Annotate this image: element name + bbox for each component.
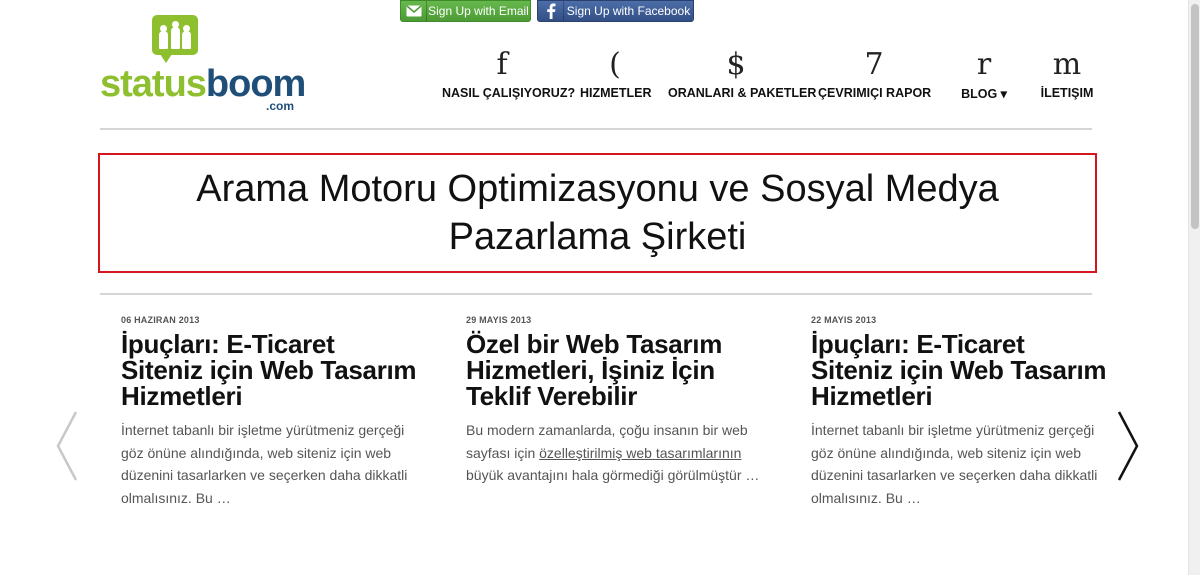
post-date: 29 MAYIS 2013 <box>466 315 532 325</box>
scrollbar-thumb[interactable] <box>1191 4 1199 229</box>
nav-item-services[interactable]: ( HIZMETLER <box>580 47 652 101</box>
carousel-next-button[interactable] <box>1116 410 1140 482</box>
nav-item-how-we-work[interactable]: f NASIL ÇALIŞIYORUZ? <box>442 47 576 101</box>
header-divider <box>100 128 1092 130</box>
nav-icon-how-we-work: f <box>496 47 508 82</box>
sign-up-email-label: Sign Up with Email <box>428 4 529 18</box>
sign-up-facebook-label: Sign Up with Facebook <box>566 4 691 18</box>
nav-item-rates-packages[interactable]: $ ORANLARI & PAKETLER <box>668 47 817 101</box>
post-excerpt: İnternet tabanlı bir işletme yürütmeniz … <box>811 422 1098 506</box>
logo-com: .com <box>266 99 295 113</box>
post-date: 22 MAYIS 2013 <box>811 315 877 325</box>
logo-wordmark: statusboom <box>100 63 306 105</box>
post-title[interactable]: İpuçları: E-Ticaret Siteniz için Web Tas… <box>121 331 421 409</box>
post-title[interactable]: İpuçları: E-Ticaret Siteniz için Web Tas… <box>811 331 1111 409</box>
envelope-icon <box>401 1 427 21</box>
facebook-icon <box>538 1 564 21</box>
hero-divider <box>100 293 1092 295</box>
sign-up-email-button[interactable]: Sign Up with Email <box>400 0 531 22</box>
nav-item-online-report[interactable]: 7 ÇEVRIMIÇI RAPOR <box>818 47 932 101</box>
post-card: 29 MAYIS 2013 Özel bir Web Tasarım Hizme… <box>466 315 766 487</box>
logo-people-icon <box>152 15 198 63</box>
hero-title: Arama Motoru Optimizasyonu ve Sosyal Med… <box>196 168 999 258</box>
nav-icon-services: ( <box>609 47 621 82</box>
page-scrollbar[interactable] <box>1188 0 1200 575</box>
carousel-prev-button[interactable] <box>55 410 79 482</box>
nav-icon-report: 7 <box>864 47 884 82</box>
nav-label: HIZMETLER <box>580 86 652 100</box>
chevron-right-icon <box>1117 411 1139 481</box>
sign-up-facebook-button[interactable]: Sign Up with Facebook <box>537 0 694 22</box>
post-title[interactable]: Özel bir Web Tasarım Hizmetleri, İşiniz … <box>466 331 766 409</box>
post-date: 06 HAZIRAN 2013 <box>121 315 200 325</box>
nav-icon-blog: r <box>976 47 992 82</box>
nav-label: NASIL ÇALIŞIYORUZ? <box>442 86 576 100</box>
nav-label: ÇEVRIMIÇI RAPOR <box>818 86 932 100</box>
statusboom-logo[interactable]: statusboom .com <box>100 15 306 113</box>
page: Sign Up with Email Sign Up with Facebook… <box>0 0 1200 575</box>
nav-label: BLOG ▾ <box>961 87 1007 101</box>
nav-label: ORANLARI & PAKETLER <box>668 86 817 100</box>
hero-banner: Arama Motoru Optimizasyonu ve Sosyal Med… <box>98 153 1097 273</box>
post-card: 22 MAYIS 2013 İpuçları: E-Ticaret Siteni… <box>811 315 1111 509</box>
nav-item-blog[interactable]: r BLOG ▾ <box>954 47 1014 102</box>
post-card: 06 HAZIRAN 2013 İpuçları: E-Ticaret Site… <box>121 315 421 509</box>
post-excerpt-link[interactable]: özelleştirilmiş web tasarımlarının <box>539 445 741 461</box>
chevron-left-icon <box>56 411 78 481</box>
post-excerpt: Bu modern zamanlarda, çoğu insanın bir w… <box>466 422 760 483</box>
nav-item-contact[interactable]: m İLETIŞIM <box>1034 47 1100 101</box>
post-excerpt: İnternet tabanlı bir işletme yürütmeniz … <box>121 422 408 506</box>
nav-icon-rates: $ <box>726 47 746 82</box>
nav-icon-contact: m <box>1052 47 1082 82</box>
nav-label: İLETIŞIM <box>1040 86 1094 100</box>
main-nav: f NASIL ÇALIŞIYORUZ? ( HIZMETLER $ ORANL… <box>430 48 1100 108</box>
